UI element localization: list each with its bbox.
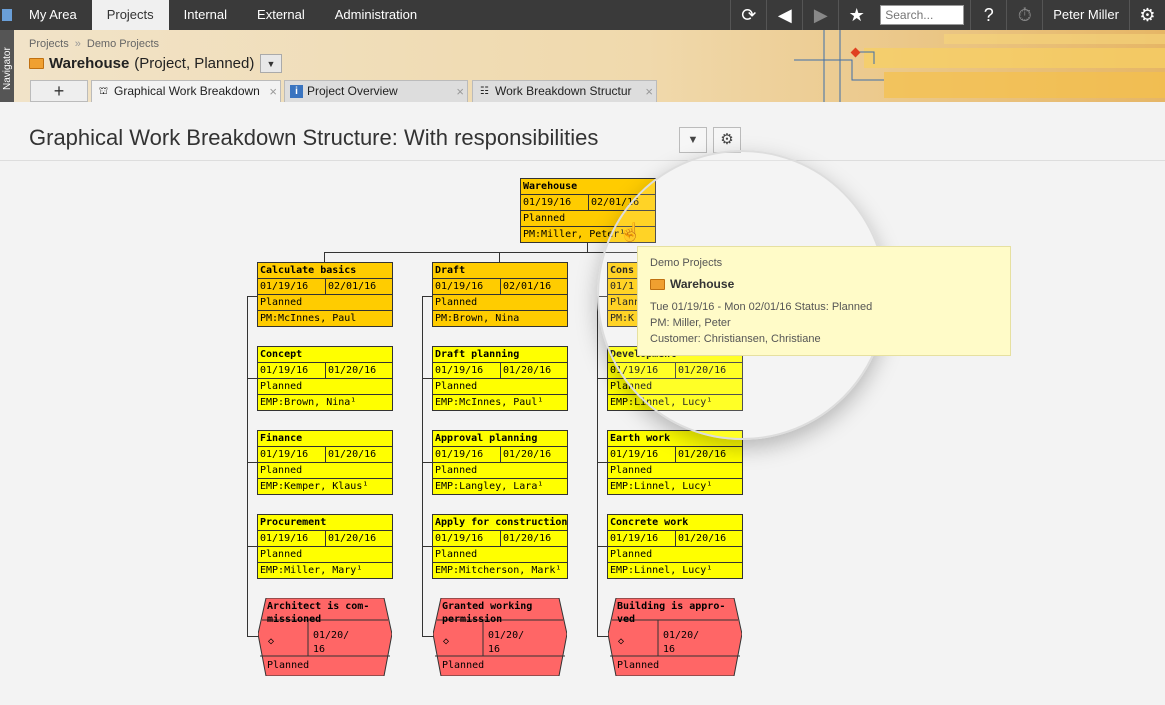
favorites-star-icon[interactable]: ★: [838, 0, 874, 30]
wbs-node-apply-for-construction[interactable]: Apply for construction 01/19/16 01/20/16 …: [432, 514, 568, 579]
user-menu[interactable]: Peter Miller: [1042, 0, 1129, 30]
close-tab-icon[interactable]: ×: [456, 81, 464, 102]
wbs-node-calculate-basics[interactable]: Calculate basics 01/19/16 02/01/16 Planne…: [257, 262, 393, 327]
wbs-node-concrete-work[interactable]: Concrete work 01/19/16 01/20/16 Planned E…: [607, 514, 743, 579]
project-title: Warehouse (Project, Planned): [29, 55, 254, 72]
view-dropdown-button[interactable]: ▼: [679, 127, 707, 153]
tooltip-pm: PM: Miller, Peter: [650, 317, 731, 329]
navigator-label: Navigator: [2, 47, 13, 90]
toolbar-right: ⟳ ◀ ▶ ★ ? ⏱ Peter Miller ⚙: [730, 0, 1165, 30]
tab-wbs[interactable]: ☷ Work Breakdown Structur ×: [472, 80, 657, 102]
info-icon: i: [290, 85, 303, 98]
wbs-milestone-architect[interactable]: Architect is com-missioned ◇ 01/20/16 Pl…: [258, 598, 392, 676]
tooltip-title: Warehouse: [650, 277, 734, 291]
diamond-icon: ◇: [268, 636, 275, 647]
nav-tab-my-area[interactable]: My Area: [14, 0, 92, 30]
close-tab-icon[interactable]: ×: [269, 81, 277, 102]
app-logo-icon: [0, 0, 14, 30]
wbs-node-approval-planning[interactable]: Approval planning 01/19/16 01/20/16 Plann…: [432, 430, 568, 495]
wbs-milestone-building-approved[interactable]: Building is appro-ved ◇ 01/20/16 Planned: [608, 598, 742, 676]
header-decoration: [794, 30, 1165, 102]
wbs-node-procurement[interactable]: Procurement 01/19/16 01/20/16 Planned EMP…: [257, 514, 393, 579]
tooltip-customer: Customer: Christiansen, Christiane: [650, 333, 821, 345]
tooltip-dates-status: Tue 01/19/16 - Mon 02/01/16 Status: Plan…: [650, 301, 873, 313]
wbs-node-earth-work[interactable]: Earth work 01/19/16 01/20/16 Planned EMP:…: [607, 430, 743, 495]
nav-tab-internal[interactable]: Internal: [169, 0, 242, 30]
wbs-node-draft[interactable]: Draft 01/19/16 02/01/16 Planned PM:Brown,…: [432, 262, 568, 327]
hand-cursor-icon: ☝: [619, 222, 642, 242]
nav-tab-administration[interactable]: Administration: [320, 0, 432, 30]
top-navigation-bar: My Area Projects Internal External Admin…: [0, 0, 1165, 30]
breadcrumb-link-demo-projects[interactable]: Demo Projects: [87, 38, 159, 50]
refresh-icon[interactable]: ⟳: [730, 0, 766, 30]
settings-gear-icon[interactable]: ⚙: [1129, 0, 1165, 30]
project-dropdown-button[interactable]: ▼: [260, 54, 282, 73]
wbs-node-finance[interactable]: Finance 01/19/16 01/20/16 Planned EMP:Kem…: [257, 430, 393, 495]
add-tab-button[interactable]: +: [30, 80, 88, 102]
search-input[interactable]: [880, 5, 965, 25]
navigator-toggle[interactable]: Navigator: [0, 30, 14, 102]
help-icon[interactable]: ?: [970, 0, 1006, 30]
wbs-milestone-working-permission[interactable]: Granted working permission ◇ 01/20/16 Pla…: [433, 598, 567, 676]
project-header: Projects» Demo Projects Warehouse (Projec…: [14, 30, 1165, 102]
stopwatch-icon[interactable]: ⏱: [1006, 0, 1042, 30]
tab-graphical-wbs[interactable]: ⛫ Graphical Work Breakdown ×: [91, 80, 281, 102]
tab-label: Graphical Work Breakdown: [114, 84, 260, 98]
page-title: Graphical Work Breakdown Structure: With…: [29, 125, 599, 150]
tab-label: Work Breakdown Structur: [495, 84, 632, 98]
diamond-icon: ◇: [618, 636, 625, 647]
folder-icon: [29, 58, 44, 69]
project-meta: (Project, Planned): [134, 55, 255, 72]
breadcrumb: Projects» Demo Projects: [29, 38, 160, 50]
wbs-node-draft-planning[interactable]: Draft planning 01/19/16 01/20/16 Planned …: [432, 346, 568, 411]
nav-tab-external[interactable]: External: [242, 0, 320, 30]
tab-project-overview[interactable]: i Project Overview ×: [284, 80, 468, 102]
close-tab-icon[interactable]: ×: [645, 81, 653, 102]
diamond-icon: ◇: [443, 636, 450, 647]
divider: [0, 160, 1165, 161]
tab-label: Project Overview: [307, 84, 398, 98]
breadcrumb-link-projects[interactable]: Projects: [29, 38, 69, 50]
folder-icon: [650, 278, 665, 290]
back-arrow-icon[interactable]: ◀: [766, 0, 802, 30]
tooltip-parent: Demo Projects: [650, 257, 723, 269]
nav-tab-projects[interactable]: Projects: [91, 0, 169, 30]
forward-arrow-icon[interactable]: ▶: [802, 0, 838, 30]
tree-icon: ☷: [480, 86, 489, 97]
hierarchy-icon: ⛫: [98, 86, 109, 97]
wbs-node-concept[interactable]: Concept 01/19/16 01/20/16 Planned EMP:Bro…: [257, 346, 393, 411]
hover-tooltip: Demo Projects Warehouse Tue 01/19/16 - M…: [637, 246, 1011, 356]
project-name: Warehouse: [49, 55, 130, 72]
